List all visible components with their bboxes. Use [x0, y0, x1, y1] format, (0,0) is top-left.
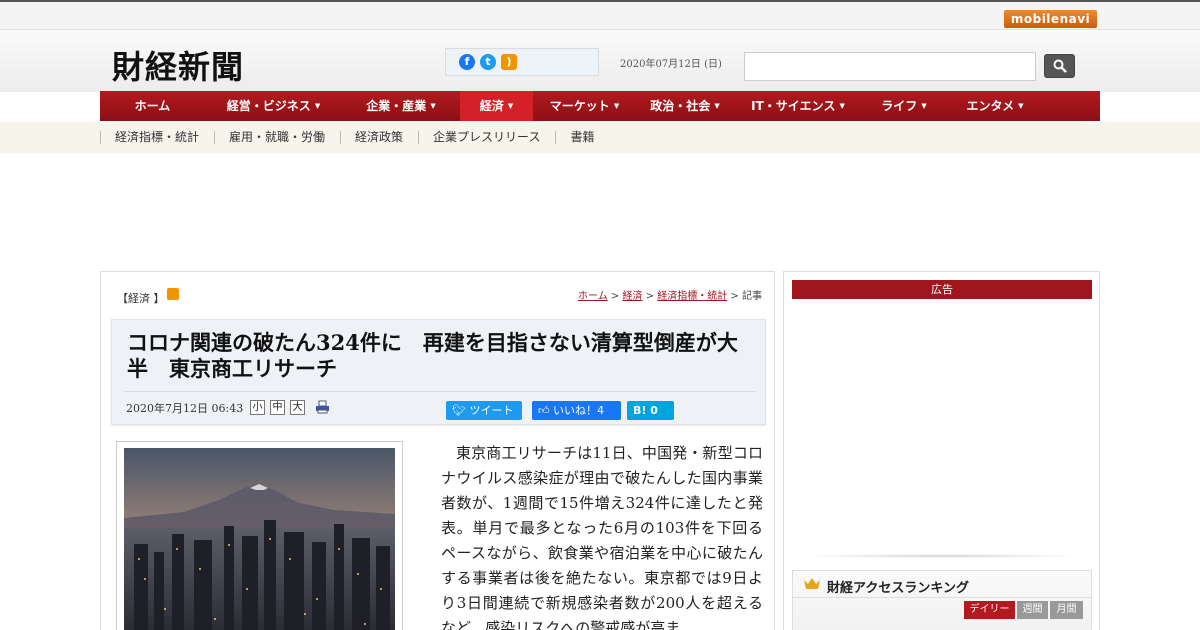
subnav-item[interactable]: 企業プレスリリース [418, 122, 555, 153]
mobile-navi-link[interactable]: mobilenavi [1004, 10, 1097, 28]
search-button[interactable] [1044, 54, 1075, 78]
search-input[interactable] [744, 52, 1036, 81]
hatena-bookmark-button[interactable]: B! 0 [627, 401, 674, 420]
ranking-divider [793, 597, 1091, 598]
nav-item-label: 企業・産業 [366, 99, 427, 113]
font-size-medium-button[interactable]: 中 [270, 400, 285, 415]
twitter-bird-icon: 🐦︎ [452, 404, 470, 417]
caret-down-icon: ▼ [839, 102, 845, 110]
publish-date: 2020年7月12日 06:43 [126, 402, 244, 415]
site-header: 財経新聞 f t ) 2020年07月12日 (日) [0, 30, 1200, 92]
sub-nav: 経済指標・統計 雇用・就職・労働 経済政策 企業プレスリリース 書籍 [0, 122, 1200, 153]
nav-item-label: マーケット [549, 99, 610, 113]
caret-down-icon: ▼ [1018, 102, 1024, 110]
nav-item[interactable]: エンタメ ▼ [946, 91, 1044, 121]
social-links: f t ) [445, 48, 599, 76]
subnav-item[interactable]: 雇用・就職・労働 [214, 122, 340, 153]
like-label: いいね！4 [553, 404, 604, 417]
caret-down-icon: ▼ [314, 102, 321, 110]
nav-item[interactable]: IT・サイエンス ▼ [734, 91, 862, 121]
caret-down-icon: ▼ [507, 102, 514, 110]
nav-item-label: 政治・社会 [650, 99, 711, 113]
caret-down-icon: ▼ [613, 102, 620, 110]
article-photo-frame [116, 441, 403, 630]
nav-item-label: 経済 [479, 99, 504, 113]
main-nav: ホーム 経営・ビジネス ▼ 企業・産業 ▼ 経済 ▼ マーケット ▼ 政治・社会 ▼ IT・サイエンス… [100, 91, 1100, 121]
ad-label: 広告 [792, 280, 1092, 299]
nav-item-label: ホーム [134, 99, 171, 113]
breadcrumb-separator: > [642, 291, 658, 302]
nav-item[interactable]: 経済 ▼ [460, 91, 533, 121]
twitter-icon[interactable]: t [480, 54, 496, 70]
search-icon [1053, 59, 1067, 73]
subnav-item[interactable]: 書籍 [555, 122, 609, 153]
ranking-box: 財経アクセスランキング デイリー 週間 月間 [792, 570, 1092, 630]
nav-item-label: ライフ [881, 99, 918, 113]
rss-icon[interactable]: ) [501, 54, 517, 70]
breadcrumb-separator: > [607, 291, 623, 302]
article-column: 【経済 】 ホーム > 経済 > 経済指標・統計 > 記事 コロナ関連の破たん3… [100, 271, 775, 630]
breadcrumb-sub[interactable]: 経済指標・統計 [657, 291, 727, 302]
caret-down-icon: ▼ [714, 102, 720, 110]
breadcrumb-current: 記事 [742, 291, 762, 302]
ranking-tab-monthly[interactable]: 月間 [1050, 601, 1083, 619]
font-size-small-button[interactable]: 小 [250, 400, 265, 415]
ranking-title: 財経アクセスランキング [827, 581, 969, 596]
header-divider [124, 391, 755, 392]
article-header: コロナ関連の破たん324件に 再建を目指さない清算型倒産が大半 東京商工リサーチ… [111, 319, 766, 425]
nav-item-label: エンタメ [966, 99, 1015, 113]
ranking-tab-daily[interactable]: デイリー [964, 601, 1015, 619]
sidebar: 広告 財経アクセスランキング デイリー 週間 月間 [783, 271, 1100, 630]
nav-item[interactable]: 経営・ビジネス ▼ [205, 91, 342, 121]
nav-item[interactable]: ライフ ▼ [862, 91, 946, 121]
font-size-large-button[interactable]: 大 [290, 400, 305, 415]
site-logo[interactable]: 財経新聞 [112, 42, 244, 88]
current-date: 2020年07月12日 (日) [620, 59, 722, 70]
article-headline: コロナ関連の破たん324件に 再建を目指さない清算型倒産が大半 東京商工リサーチ [127, 330, 738, 381]
article-body: 東京商工リサーチは11日、中国発・新型コロナウイルス感染症が理由で破たんした国内… [441, 444, 763, 630]
tweet-label: ツイート [469, 404, 514, 417]
subnav-item[interactable]: 経済指標・統計 [100, 122, 214, 153]
breadcrumb-separator: > [727, 291, 742, 302]
nav-item[interactable]: 企業・産業 ▼ [342, 91, 460, 121]
thumbs-up-icon: 👍︎ [538, 404, 553, 417]
nav-item[interactable]: 政治・社会 ▼ [636, 91, 734, 121]
subnav-item[interactable]: 経済政策 [340, 122, 418, 153]
facebook-icon[interactable]: f [459, 54, 475, 70]
nav-item-label: 経営・ビジネス [226, 99, 311, 113]
ranking-tab-weekly[interactable]: 週間 [1017, 601, 1048, 619]
facebook-like-button[interactable]: 👍︎ いいね！4 [532, 401, 621, 420]
nav-item-label: IT・サイエンス [751, 99, 836, 113]
nav-item[interactable]: ホーム [100, 91, 205, 121]
breadcrumb-section[interactable]: 経済 [623, 291, 643, 302]
article-photo[interactable] [124, 448, 395, 630]
article-category: 【経済 】 [117, 292, 165, 305]
category-rss-icon[interactable] [167, 288, 179, 300]
top-bar: mobilenavi [0, 0, 1200, 30]
caret-down-icon: ▼ [921, 102, 927, 110]
ad-divider [800, 554, 1083, 558]
tweet-button[interactable]: 🐦︎ ツイート [446, 401, 522, 420]
nav-item[interactable]: マーケット ▼ [533, 91, 636, 121]
breadcrumb-home[interactable]: ホーム [578, 291, 608, 302]
breadcrumb: ホーム > 経済 > 経済指標・統計 > 記事 [578, 287, 762, 302]
crown-icon [804, 578, 820, 589]
caret-down-icon: ▼ [430, 102, 436, 110]
print-icon[interactable] [315, 400, 330, 414]
